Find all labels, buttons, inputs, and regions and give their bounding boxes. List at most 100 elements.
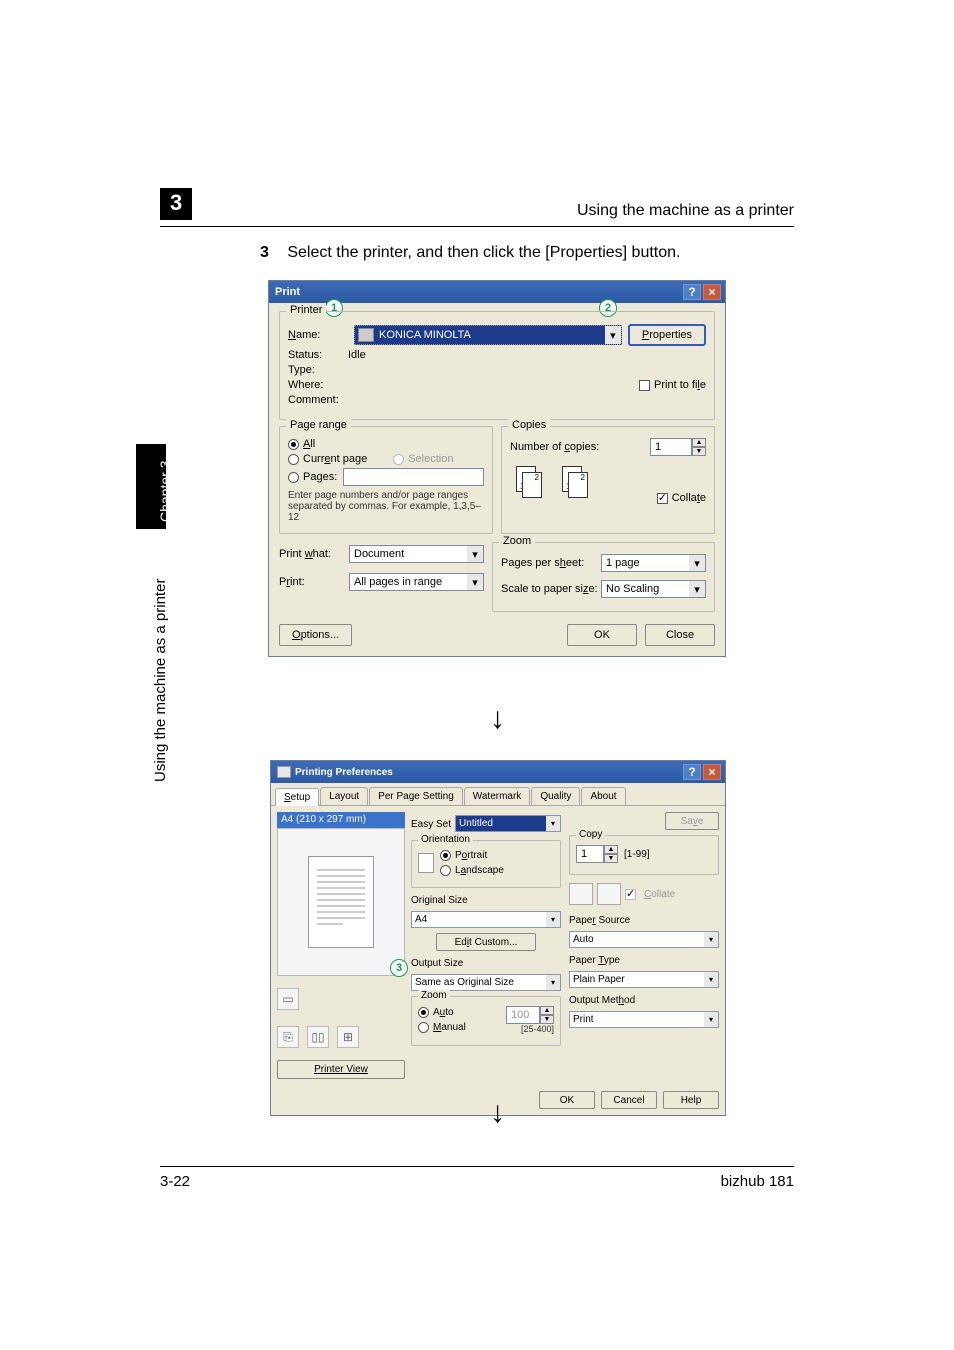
printer-view-button[interactable]: Printer View	[277, 1060, 405, 1079]
ok-button[interactable]: OK	[567, 624, 637, 646]
close-dialog-button[interactable]: Close	[645, 624, 715, 646]
booklet-icon[interactable]: ▯▯	[307, 1026, 329, 1048]
collate-label-pref: Collate	[644, 889, 675, 900]
printer-icon	[277, 766, 291, 778]
paper-source-select[interactable]: Auto▾	[569, 931, 719, 948]
step-number: 3	[260, 244, 269, 261]
print-range-label: Print:	[279, 576, 349, 588]
output-size-select[interactable]: Same as Original Size▾	[411, 974, 561, 991]
landscape-label: Landscape	[455, 865, 504, 876]
easy-set-label: Easy Set	[411, 819, 451, 830]
zoom-spinner[interactable]: 100 ▲▼	[506, 1006, 554, 1024]
arrow-down-icon: ↓	[490, 1096, 505, 1130]
collate-label: Collate	[672, 492, 706, 504]
arrow-down-icon: ↓	[490, 702, 505, 736]
help-button[interactable]: ?	[683, 284, 701, 300]
range-all-radio[interactable]	[288, 439, 299, 450]
portrait-radio[interactable]	[440, 850, 451, 861]
options-button[interactable]: Options...	[279, 624, 352, 646]
range-current-label: Current page	[303, 453, 367, 465]
print-what-label: Print what:	[279, 548, 349, 560]
chevron-down-icon: ▾	[704, 1012, 718, 1027]
easy-set-select[interactable]: Untitled▾	[455, 815, 561, 832]
side-chapter-tab: Chapter 3	[136, 444, 166, 529]
printer-group: Printer Name: KONICA MINOLTA ▾ PProperti…	[279, 311, 715, 420]
copies-title: Copies	[508, 419, 550, 431]
type-label: Type:	[288, 364, 348, 376]
close-button[interactable]: ×	[703, 284, 721, 300]
pages-per-sheet-label: Pages per sheet:	[501, 557, 601, 569]
tab-per-page[interactable]: Per Page Setting	[369, 787, 463, 805]
titlebar: Printing Preferences ? ×	[271, 761, 725, 783]
nup-icon[interactable]: ⊞	[337, 1026, 359, 1048]
paper-type-select[interactable]: Plain Paper▾	[569, 971, 719, 988]
spin-up-icon[interactable]: ▲	[692, 438, 706, 447]
collate-icon	[569, 883, 593, 905]
range-pages-radio[interactable]	[288, 472, 299, 483]
spin-down-icon[interactable]: ▼	[692, 447, 706, 456]
help-button[interactable]: ?	[683, 764, 701, 780]
tabs: Setup Layout Per Page Setting Watermark …	[271, 783, 725, 806]
preview-size-label: A4 (210 x 297 mm)	[277, 812, 405, 828]
close-button[interactable]: ×	[703, 764, 721, 780]
copy-group: Copy 1 ▲▼ [1-99]	[569, 835, 719, 875]
printer-icon	[358, 328, 374, 342]
tab-layout[interactable]: Layout	[320, 787, 368, 805]
zoom-group-pref: Zoom Auto Manual 100 ▲▼ [25-400]	[411, 996, 561, 1046]
dialog-title: Printing Preferences	[295, 767, 681, 778]
tab-about[interactable]: About	[581, 787, 625, 805]
printer-group-title: Printer	[286, 304, 326, 316]
tab-setup[interactable]: Setup	[275, 788, 319, 806]
range-selection-radio	[393, 454, 404, 465]
comment-label: Comment:	[288, 394, 348, 406]
header-title: Using the machine as a printer	[577, 202, 794, 220]
collate-icon	[597, 883, 621, 905]
tab-quality[interactable]: Quality	[531, 787, 580, 805]
collate-checkbox-pref[interactable]	[625, 889, 636, 900]
collate-checkbox[interactable]	[657, 493, 668, 504]
chevron-down-icon: ▾	[605, 326, 621, 344]
page-footer: 3-22 bizhub 181	[160, 1166, 794, 1190]
help-button[interactable]: Help	[663, 1091, 719, 1109]
print-range-select[interactable]: All pages in range▾	[349, 573, 484, 591]
layout-icon[interactable]: ▭	[277, 988, 299, 1010]
scale-select[interactable]: No Scaling▾	[601, 580, 706, 598]
pages-per-sheet-select[interactable]: 1 page▾	[601, 554, 706, 572]
original-size-select[interactable]: A4▾	[411, 911, 561, 928]
copies-spinner[interactable]: 1 ▲▼	[650, 438, 706, 456]
range-all-label: All	[303, 438, 315, 450]
range-current-radio[interactable]	[288, 454, 299, 465]
print-to-file-checkbox[interactable]	[639, 380, 650, 391]
output-method-select[interactable]: Print▾	[569, 1011, 719, 1028]
page-range-hint: Enter page numbers and/or page ranges se…	[288, 490, 484, 523]
tab-watermark[interactable]: Watermark	[464, 787, 531, 805]
output-size-label: Output Size	[411, 958, 561, 969]
printer-select[interactable]: KONICA MINOLTA ▾	[354, 325, 622, 345]
copies-group: Copies Number of copies: 1 ▲▼ 1 2 1	[501, 426, 715, 534]
chevron-down-icon: ▾	[689, 555, 705, 571]
edit-custom-button[interactable]: Edit Custom...	[436, 933, 536, 951]
scale-label: Scale to paper size:	[501, 583, 601, 595]
page-preview: 3	[277, 828, 405, 976]
page-header: 3 Using the machine as a printer	[160, 188, 794, 227]
print-what-select[interactable]: Document▾	[349, 545, 484, 563]
ok-button[interactable]: OK	[539, 1091, 595, 1109]
product-name: bizhub 181	[721, 1173, 794, 1190]
preview-pane: A4 (210 x 297 mm) 3 ▭ ⎘ ▯▯ ⊞ Printer V	[277, 812, 405, 1079]
landscape-radio[interactable]	[440, 865, 451, 876]
original-size-label: Original Size	[411, 895, 561, 906]
zoom-auto-radio[interactable]	[418, 1007, 429, 1018]
preferences-dialog: Printing Preferences ? × Setup Layout Pe…	[270, 760, 726, 1116]
copy-spinner[interactable]: 1 ▲▼	[576, 845, 618, 863]
properties-button[interactable]: PPropertiesroperties	[628, 324, 706, 346]
side-section-title: Using the machine as a printer	[152, 579, 169, 782]
duplex-icon[interactable]: ⎘	[277, 1026, 299, 1048]
pages-input[interactable]	[343, 468, 484, 486]
zoom-manual-radio[interactable]	[418, 1022, 429, 1033]
save-button[interactable]: Save	[665, 812, 719, 830]
collate-icon: 1 2	[510, 464, 556, 504]
copy-range: [1-99]	[624, 849, 650, 860]
cancel-button[interactable]: Cancel	[601, 1091, 657, 1109]
zoom-auto-label: Auto	[433, 1007, 454, 1018]
portrait-label: Portrait	[455, 850, 487, 861]
